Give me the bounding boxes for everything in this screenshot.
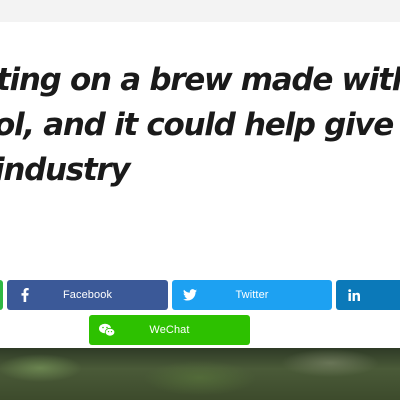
share-button-partial[interactable] <box>0 280 3 310</box>
article-headline: ting on a brew made with ma ol, and it c… <box>0 58 400 193</box>
linkedin-icon <box>346 280 362 310</box>
facebook-icon <box>17 280 33 310</box>
facebook-share-button[interactable]: Facebook <box>7 280 168 310</box>
wechat-share-button[interactable]: WeChat <box>89 315 250 345</box>
headline-line-3: industry <box>0 152 131 188</box>
twitter-icon <box>182 280 198 310</box>
article-page: ting on a brew made with ma ol, and it c… <box>0 0 400 400</box>
linkedin-share-button[interactable] <box>336 280 400 310</box>
headline-line-2: ol, and it could help give a bo <box>0 107 400 143</box>
top-bar <box>0 0 400 22</box>
twitter-share-button[interactable]: Twitter <box>172 280 332 310</box>
wechat-icon <box>99 315 115 345</box>
headline-line-1: ting on a brew made with ma <box>0 62 400 98</box>
article-photo <box>0 348 400 400</box>
